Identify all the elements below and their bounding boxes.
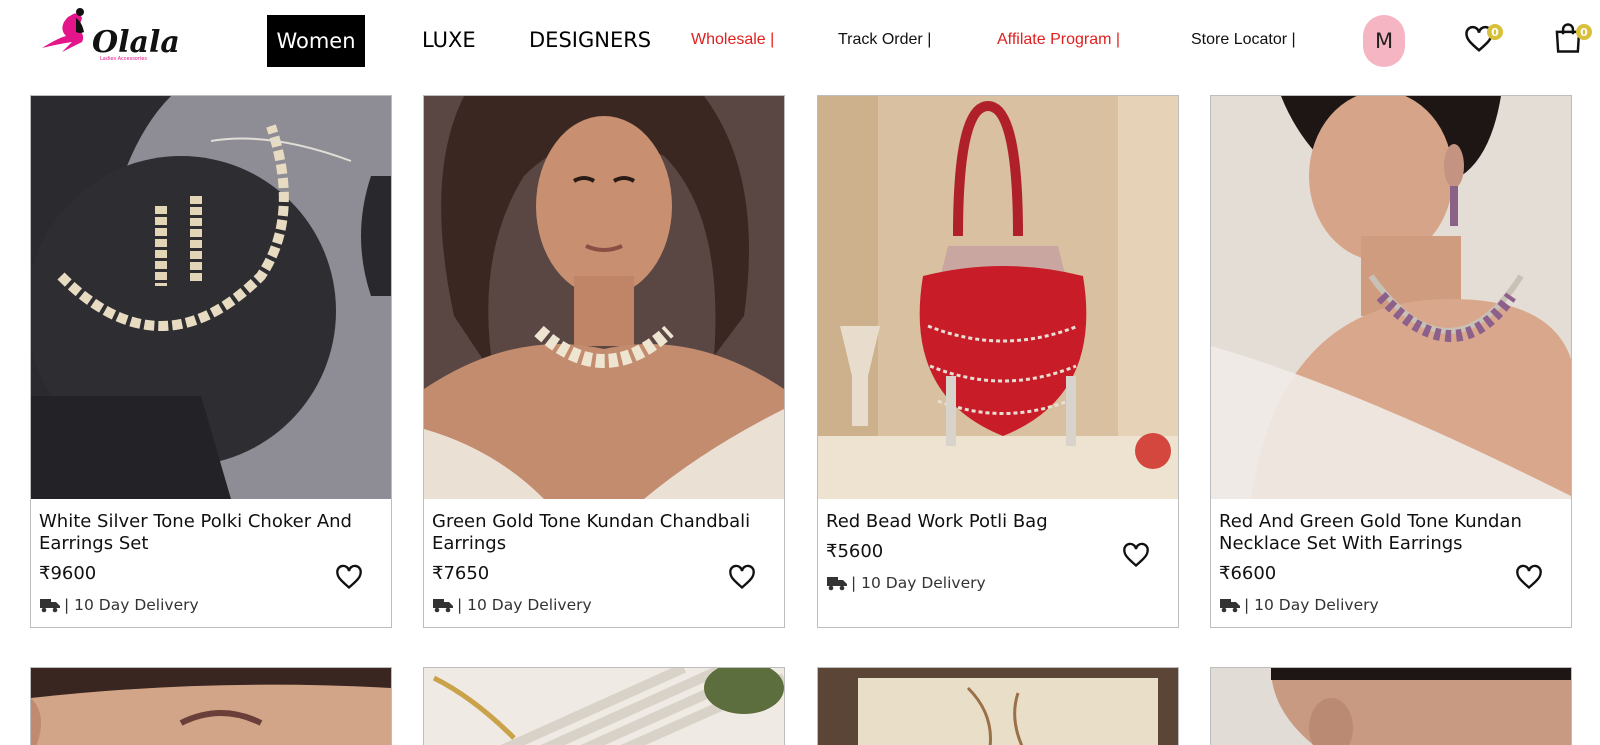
heart-icon: [1516, 564, 1542, 590]
product-image[interactable]: [423, 667, 785, 745]
product-title[interactable]: Green Gold Tone Kundan Chandbali Earring…: [432, 511, 762, 555]
delivery-text: | 10 Day Delivery: [457, 596, 592, 614]
product-image[interactable]: [30, 667, 392, 745]
add-to-wishlist-button[interactable]: [1515, 564, 1543, 590]
delivery-info: | 10 Day Delivery: [39, 596, 199, 614]
nav-affiliate-program[interactable]: Affilate Program |: [997, 31, 1120, 49]
product-price: ₹6600: [1219, 563, 1277, 584]
add-to-wishlist-button[interactable]: [1122, 542, 1150, 568]
user-avatar[interactable]: M: [1363, 15, 1405, 67]
delivery-truck-icon: [827, 577, 847, 591]
nav-luxe[interactable]: LUXE: [422, 28, 476, 52]
product-image[interactable]: [1210, 667, 1572, 745]
nav-women-label: Women: [276, 29, 356, 53]
delivery-info: | 10 Day Delivery: [826, 574, 986, 592]
nav-track-order[interactable]: Track Order |: [838, 31, 931, 49]
product-title[interactable]: White Silver Tone Polki Choker And Earri…: [39, 511, 369, 555]
add-to-wishlist-button[interactable]: [335, 564, 363, 590]
delivery-truck-icon: [433, 599, 453, 613]
product-image[interactable]: [1211, 96, 1571, 499]
product-card[interactable]: Red Bead Work Potli Bag ₹5600 | 10 Day D…: [817, 95, 1179, 628]
delivery-truck-icon: [40, 599, 60, 613]
logo-tagline: Ladies Accessories: [100, 56, 147, 62]
nav-designers[interactable]: DESIGNERS: [529, 28, 651, 52]
product-price: ₹9600: [39, 563, 97, 584]
product-title[interactable]: Red Bead Work Potli Bag: [826, 511, 1156, 533]
product-price: ₹5600: [826, 541, 884, 562]
delivery-text: | 10 Day Delivery: [851, 574, 986, 592]
product-price: ₹7650: [432, 563, 490, 584]
product-card[interactable]: Red And Green Gold Tone Kundan Necklace …: [1210, 95, 1572, 628]
logo-wordmark: Olala: [92, 25, 180, 60]
heart-icon: [1123, 542, 1149, 568]
avatar-initial: M: [1374, 29, 1394, 53]
nav-wholesale[interactable]: Wholesale |: [691, 31, 774, 49]
delivery-truck-icon: [1220, 599, 1240, 613]
product-card[interactable]: White Silver Tone Polki Choker And Earri…: [30, 95, 392, 628]
cart-count-badge: 0: [1576, 24, 1592, 40]
delivery-info: | 10 Day Delivery: [432, 596, 592, 614]
olala-logo[interactable]: Olala Ladies Accessories: [40, 4, 190, 62]
nav-women[interactable]: Women: [267, 15, 365, 67]
product-card[interactable]: Green Gold Tone Kundan Chandbali Earring…: [423, 95, 785, 628]
product-image[interactable]: [818, 96, 1178, 499]
product-image[interactable]: [817, 667, 1179, 745]
delivery-text: | 10 Day Delivery: [1244, 596, 1379, 614]
add-to-wishlist-button[interactable]: [728, 564, 756, 590]
product-image[interactable]: [31, 96, 391, 499]
delivery-info: | 10 Day Delivery: [1219, 596, 1379, 614]
product-title[interactable]: Red And Green Gold Tone Kundan Necklace …: [1219, 511, 1549, 555]
heart-icon: [729, 564, 755, 590]
heart-icon: [336, 564, 362, 590]
site-header: Olala Ladies Accessories Women LUXE DESI…: [0, 0, 1600, 84]
wishlist-count-badge: 0: [1487, 24, 1503, 40]
product-image[interactable]: [424, 96, 784, 499]
nav-store-locator[interactable]: Store Locator |: [1191, 31, 1296, 49]
delivery-text: | 10 Day Delivery: [64, 596, 199, 614]
